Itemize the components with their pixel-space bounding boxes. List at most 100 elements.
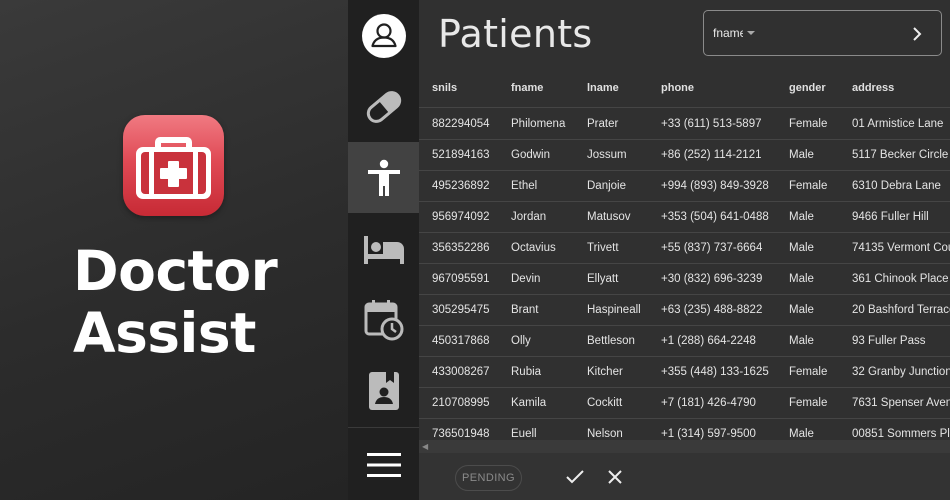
cell-snils: 450317868 (432, 335, 490, 347)
column-header-snils[interactable]: snils (432, 82, 457, 94)
cell-lname: Haspineall (587, 304, 641, 316)
table-row[interactable]: 450317868 Olly Bettleson +1 (288) 664-2248 M… (419, 326, 950, 357)
column-header-lname[interactable]: lname (587, 82, 619, 94)
nav-patients[interactable] (348, 142, 419, 213)
cell-phone: +55 (837) 737-6664 (661, 242, 763, 254)
action-bar: PENDING (419, 453, 950, 500)
cell-address: 93 Fuller Pass (852, 335, 926, 347)
page-title: Patients (438, 12, 593, 56)
cell-lname: Kitcher (587, 366, 623, 378)
column-header-address[interactable]: address (852, 82, 894, 94)
bed-icon (363, 235, 404, 264)
column-header-fname[interactable]: fname (511, 82, 543, 94)
cell-snils: 210708995 (432, 397, 490, 409)
cell-lname: Danjoie (587, 180, 626, 192)
cancel-button[interactable] (605, 467, 625, 487)
table-row[interactable]: 210708995 Kamila Cockitt +7 (181) 426-4790 F… (419, 388, 950, 419)
filter-field-select[interactable]: fname (713, 26, 755, 40)
cell-fname: Ethel (511, 180, 538, 192)
status-badge: PENDING (455, 465, 522, 491)
user-circle-icon (361, 13, 406, 58)
cell-address: 5117 Becker Circle (852, 149, 949, 161)
cell-snils: 305295475 (432, 304, 490, 316)
cell-gender: Male (789, 273, 814, 285)
cell-lname: Ellyatt (587, 273, 619, 285)
check-icon (566, 470, 584, 484)
nav-beds[interactable] (348, 213, 419, 284)
cell-address: 6310 Debra Lane (852, 180, 941, 192)
table-row[interactable]: 736501948 Euell Nelson +1 (314) 597-9500 Mal… (419, 419, 950, 440)
cell-phone: +33 (611) 513-5897 (661, 118, 762, 130)
cell-phone: +355 (448) 133-1625 (661, 366, 769, 378)
close-icon (608, 470, 622, 484)
menu-icon (366, 452, 401, 477)
dropdown-arrow-icon (747, 30, 755, 35)
cell-gender: Female (789, 366, 828, 378)
cell-address: 74135 Vermont Court (852, 242, 950, 254)
medical-bag-icon (123, 115, 224, 216)
app-name-line1: Doctor (73, 239, 278, 303)
cell-fname: Euell (511, 428, 537, 440)
cell-phone: +994 (893) 849-3928 (661, 180, 769, 192)
cell-fname: Devin (511, 273, 541, 285)
cell-lname: Matusov (587, 211, 631, 223)
cell-gender: Male (789, 335, 814, 347)
table-row[interactable]: 356352286 Octavius Trivett +55 (837) 737-66… (419, 233, 950, 264)
cell-address: 20 Bashford Terrace (852, 304, 950, 316)
filter-apply-button[interactable] (905, 22, 929, 46)
cell-gender: Female (789, 397, 828, 409)
table-row[interactable]: 956974092 Jordan Matusov +353 (504) 641-048… (419, 202, 950, 233)
column-header-phone[interactable]: phone (661, 82, 694, 94)
brand-panel: Doctor Assist (0, 0, 348, 500)
table-row[interactable]: 433008267 Rubia Kitcher +355 (448) 133-1625… (419, 357, 950, 388)
cell-fname: Jordan (511, 211, 547, 223)
cell-gender: Male (789, 242, 814, 254)
cell-snils: 882294054 (432, 118, 490, 130)
cell-snils: 356352286 (432, 242, 490, 254)
cell-fname: Brant (511, 304, 539, 316)
nav-menu-button[interactable] (348, 429, 419, 500)
nav-rail (348, 0, 419, 500)
table-row[interactable]: 967095591 Devin Ellyatt +30 (832) 696-3239 M… (419, 264, 950, 295)
filter-box: fname (703, 10, 942, 56)
column-header-gender[interactable]: gender (789, 82, 826, 94)
cell-gender: Male (789, 304, 814, 316)
cell-phone: +86 (252) 114-2121 (661, 149, 762, 161)
cell-lname: Bettleson (587, 335, 635, 347)
cell-gender: Male (789, 428, 814, 440)
cell-fname: Olly (511, 335, 531, 347)
main-content: Patients fname snils fname lname phone g… (419, 0, 950, 500)
scroll-left-icon[interactable]: ◀ (422, 442, 428, 451)
pill-icon (366, 90, 401, 123)
cell-lname: Cockitt (587, 397, 623, 409)
cell-fname: Godwin (511, 149, 550, 161)
app-name-line2: Assist (73, 301, 256, 365)
table-row[interactable]: 882294054 Philomena Prater +33 (611) 513-58… (419, 109, 950, 140)
chevron-right-icon (913, 27, 922, 41)
cell-address: 7631 Spenser Avenue (852, 397, 950, 409)
cell-gender: Female (789, 180, 828, 192)
cell-lname: Trivett (587, 242, 619, 254)
cell-phone: +1 (288) 664-2248 (661, 335, 756, 347)
rail-divider (348, 427, 419, 428)
confirm-button[interactable] (565, 467, 585, 487)
table-row[interactable]: 521894163 Godwin Jossum +86 (252) 114-2121 M… (419, 140, 950, 171)
person-icon (367, 159, 400, 196)
cell-phone: +1 (314) 597-9500 (661, 428, 756, 440)
nav-profile[interactable] (348, 0, 419, 71)
nav-appointments[interactable] (348, 284, 419, 355)
cell-snils: 967095591 (432, 273, 490, 285)
table-row[interactable]: 495236892 Ethel Danjoie +994 (893) 849-3928… (419, 171, 950, 202)
cell-gender: Male (789, 149, 814, 161)
contact-book-icon (368, 371, 399, 410)
table-row[interactable]: 305295475 Brant Haspineall +63 (235) 488-88… (419, 295, 950, 326)
cell-address: 00851 Sommers Plaza (852, 428, 950, 440)
cell-fname: Rubia (511, 366, 542, 378)
horizontal-scrollbar[interactable]: ◀ (419, 440, 950, 453)
nav-medications[interactable] (348, 71, 419, 142)
app-name: Doctor Assist (73, 239, 278, 365)
cell-gender: Female (789, 118, 828, 130)
cell-snils: 495236892 (432, 180, 490, 192)
nav-records[interactable] (348, 355, 419, 426)
cell-phone: +30 (832) 696-3239 (661, 273, 763, 285)
